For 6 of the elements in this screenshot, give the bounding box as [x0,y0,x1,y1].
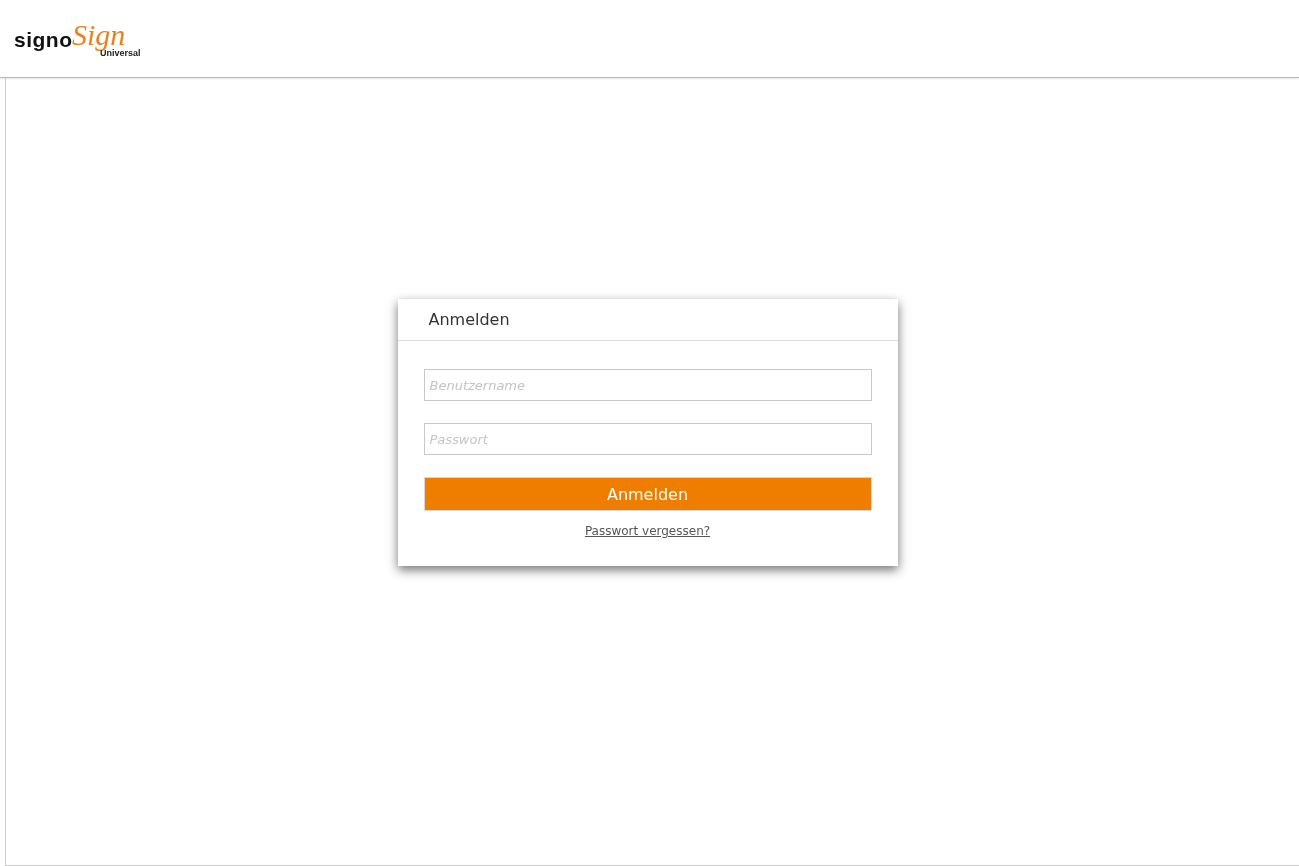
forgot-password-link[interactable]: Passwort vergessen? [584,524,711,538]
username-field[interactable]: Benutzername [423,369,872,401]
logo-text: signo [14,27,73,52]
password-field[interactable]: Passwort [423,423,872,455]
card-title: Anmelden [428,310,510,329]
logo-script-text: Sign [72,17,126,51]
